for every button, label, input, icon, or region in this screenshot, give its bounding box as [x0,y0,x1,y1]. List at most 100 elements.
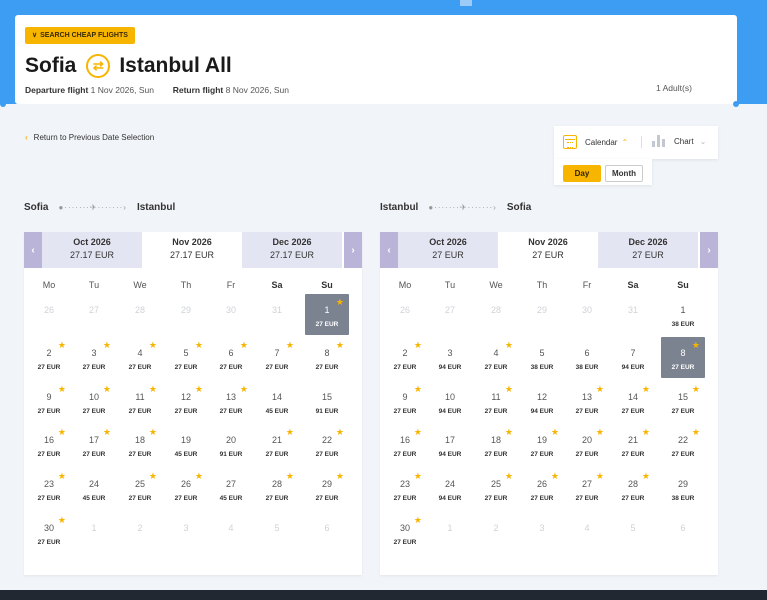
search-cheap-flights-button[interactable]: ∨ SEARCH CHEAP FLIGHTS [25,27,135,44]
day-toggle-button[interactable]: Day [563,165,601,182]
day-cell[interactable]: 2 27 EUR ★ [383,337,427,378]
day-number: 3 [539,523,545,533]
day-cell[interactable]: 12 94 EUR [520,381,564,422]
cheapest-star-icon: ★ [148,340,157,350]
day-cell[interactable]: 11 27 EUR ★ [118,381,162,422]
day-cell[interactable]: 11 27 EUR ★ [474,381,518,422]
day-price: 94 EUR [438,451,462,458]
day-cell[interactable]: 2 27 EUR ★ [27,337,71,378]
day-cell[interactable]: 7 94 EUR [611,337,655,378]
granularity-switcher: Day Month [554,159,652,185]
day-cell[interactable]: 16 27 EUR ★ [27,424,71,465]
day-number: 30 [581,305,592,315]
day-cell[interactable]: 17 94 EUR [428,424,472,465]
day-cell[interactable]: 13 27 EUR ★ [209,381,253,422]
day-price: 27 EUR [37,451,61,458]
day-cell[interactable]: 5 38 EUR [520,337,564,378]
day-cell[interactable]: 27 45 EUR [209,468,253,509]
day-cell: 6 [305,512,349,553]
day-cell[interactable]: 26 27 EUR ★ [164,468,208,509]
day-cell[interactable]: 15 27 EUR ★ [661,381,705,422]
day-cell[interactable]: 1 38 EUR [661,294,705,335]
day-cell[interactable]: 3 27 EUR ★ [72,337,116,378]
day-cell[interactable]: 18 27 EUR ★ [474,424,518,465]
day-cell[interactable]: 17 27 EUR ★ [72,424,116,465]
next-month-button[interactable]: › [700,232,718,268]
day-cell[interactable]: 9 27 EUR ★ [27,381,71,422]
previous-month-button[interactable]: ‹ [24,232,42,268]
day-cell[interactable]: 3 94 EUR [428,337,472,378]
day-price: 27 EUR [484,451,508,458]
day-cell[interactable]: 16 27 EUR ★ [383,424,427,465]
month-tab-dec[interactable]: Dec 2026 27 EUR [598,232,698,268]
month-tab-nov[interactable]: Nov 2026 27.17 EUR [142,232,242,268]
day-cell[interactable]: 10 27 EUR ★ [72,381,116,422]
day-cell[interactable]: 23 27 EUR ★ [383,468,427,509]
day-price: 27 EUR [37,408,61,415]
day-cell[interactable]: 4 27 EUR ★ [118,337,162,378]
day-price: 94 EUR [438,408,462,415]
day-cell[interactable]: 5 27 EUR ★ [164,337,208,378]
day-cell[interactable]: 19 27 EUR ★ [520,424,564,465]
day-cell[interactable]: 12 27 EUR ★ [164,381,208,422]
month-tab-oct[interactable]: Oct 2026 27.17 EUR [42,232,142,268]
day-cell[interactable]: 9 27 EUR ★ [383,381,427,422]
weekday-header: Su [321,280,333,290]
month-tab-nov[interactable]: Nov 2026 27 EUR [498,232,598,268]
return-previous-date-link[interactable]: ‹ Return to Previous Date Selection [25,133,154,142]
day-cell[interactable]: 27 27 EUR ★ [565,468,609,509]
day-price: 27 EUR [575,408,599,415]
swap-icon[interactable]: ⇄ [86,54,111,78]
day-cell[interactable]: 21 27 EUR ★ [255,424,299,465]
day-cell[interactable]: 15 91 EUR [305,381,349,422]
day-cell[interactable]: 14 45 EUR [255,381,299,422]
day-cell[interactable]: 29 27 EUR ★ [305,468,349,509]
day-price: 27 EUR [393,364,417,371]
day-cell[interactable]: 26 27 EUR ★ [520,468,564,509]
day-cell[interactable]: 14 27 EUR ★ [611,381,655,422]
day-cell[interactable]: 20 91 EUR [209,424,253,465]
selected-day-cell[interactable]: 1 27 EUR ★ [305,294,349,335]
day-cell[interactable]: 24 94 EUR [428,468,472,509]
calendar-view-toggle[interactable]: Calendar ⌃ [563,135,628,149]
day-price: 94 EUR [621,364,645,371]
search-summary-card: ∨ SEARCH CHEAP FLIGHTS Sofia ⇄ Istanbul A… [15,15,737,104]
day-cell[interactable]: 23 27 EUR ★ [27,468,71,509]
day-cell[interactable]: 18 27 EUR ★ [118,424,162,465]
day-cell[interactable]: 24 45 EUR [72,468,116,509]
day-cell[interactable]: 7 27 EUR ★ [255,337,299,378]
month-toggle-button[interactable]: Month [605,165,643,182]
day-cell[interactable]: 25 27 EUR ★ [474,468,518,509]
day-cell[interactable]: 28 27 EUR ★ [611,468,655,509]
selected-day-cell[interactable]: 8 27 EUR ★ [661,337,705,378]
month-price: 27.17 EUR [69,250,115,260]
day-cell[interactable]: 25 27 EUR ★ [118,468,162,509]
previous-month-button[interactable]: ‹ [380,232,398,268]
day-cell[interactable]: 21 27 EUR ★ [611,424,655,465]
day-cell[interactable]: 28 27 EUR ★ [255,468,299,509]
chart-view-toggle[interactable]: Chart ⌄ [652,135,706,147]
next-month-button[interactable]: › [344,232,362,268]
day-cell[interactable]: 4 27 EUR ★ [474,337,518,378]
day-cell[interactable]: 10 94 EUR [428,381,472,422]
cheapest-star-icon: ★ [641,427,650,437]
weekday-header: Su [677,280,689,290]
day-price: 94 EUR [530,408,554,415]
month-tab-dec[interactable]: Dec 2026 27.17 EUR [242,232,342,268]
day-cell[interactable]: 29 38 EUR [661,468,705,509]
day-number: 5 [630,523,636,533]
day-cell[interactable]: 6 27 EUR ★ [209,337,253,378]
month-tab-oct[interactable]: Oct 2026 27 EUR [398,232,498,268]
day-cell[interactable]: 22 27 EUR ★ [305,424,349,465]
day-cell[interactable]: 13 27 EUR ★ [565,381,609,422]
month-price: 27 EUR [432,250,464,260]
day-cell[interactable]: 20 27 EUR ★ [565,424,609,465]
day-cell[interactable]: 30 27 EUR ★ [383,512,427,553]
day-cell[interactable]: 6 38 EUR [565,337,609,378]
day-cell[interactable]: 19 45 EUR [164,424,208,465]
day-cell: 2 [118,512,162,553]
day-cell[interactable]: 22 27 EUR ★ [661,424,705,465]
day-cell: 1 [72,512,116,553]
day-cell[interactable]: 30 27 EUR ★ [27,512,71,553]
day-cell[interactable]: 8 27 EUR ★ [305,337,349,378]
